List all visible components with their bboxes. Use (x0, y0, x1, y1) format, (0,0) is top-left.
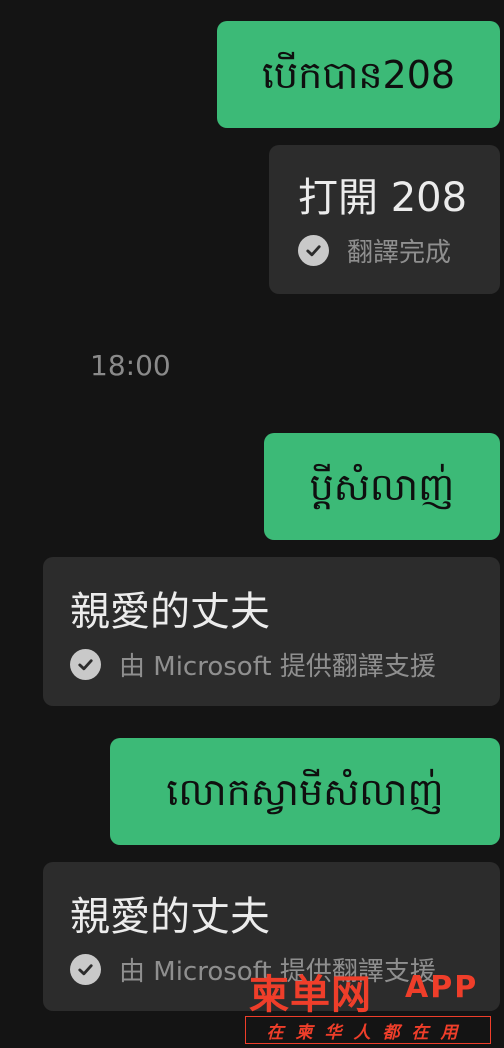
translation-status-text: 翻譯完成 (347, 238, 452, 268)
watermark-slogan: 在柬华人都在用 (245, 1016, 491, 1044)
watermark-logo: 柬单网 APP 在柬华人都在用 (243, 960, 495, 1046)
sent-message-text: បើកបាន208 (261, 52, 456, 97)
translation-status-text: 由 Microsoft 提供翻譯支援 (119, 652, 436, 682)
sent-message-text: លោកស្វាមីសំលាញ់ (166, 769, 444, 814)
watermark-app-label: APP (405, 970, 479, 1005)
translation-bubble[interactable]: 打開 208 翻譯完成 (269, 145, 500, 294)
translation-text: 親愛的丈夫 (70, 589, 270, 635)
sent-message-bubble[interactable]: លោកស្វាមីសំលាញ់ (110, 738, 500, 845)
sent-message-bubble[interactable]: ប្តីសំលាញ់ (264, 433, 500, 540)
check-icon (298, 235, 329, 266)
translation-text: 打開 208 (298, 175, 468, 221)
sent-message-text: ប្តីសំលាញ់ (309, 464, 455, 509)
translation-status: 翻譯完成 (298, 232, 500, 269)
check-icon (70, 649, 101, 680)
timestamp: 18:00 (90, 349, 171, 382)
translation-text: 親愛的丈夫 (70, 894, 270, 940)
translation-bubble[interactable]: 親愛的丈夫 由 Microsoft 提供翻譯支援 (43, 557, 500, 706)
chat-screen[interactable]: បើកបាន208 打開 208 翻譯完成 18:00 ប្តីសំលាញ់ 親… (0, 0, 504, 1048)
watermark-brand: 柬单网 (249, 972, 372, 1018)
translation-status: 由 Microsoft 提供翻譯支援 (70, 646, 500, 683)
check-icon (70, 954, 101, 985)
sent-message-bubble[interactable]: បើកបាន208 (217, 21, 500, 128)
